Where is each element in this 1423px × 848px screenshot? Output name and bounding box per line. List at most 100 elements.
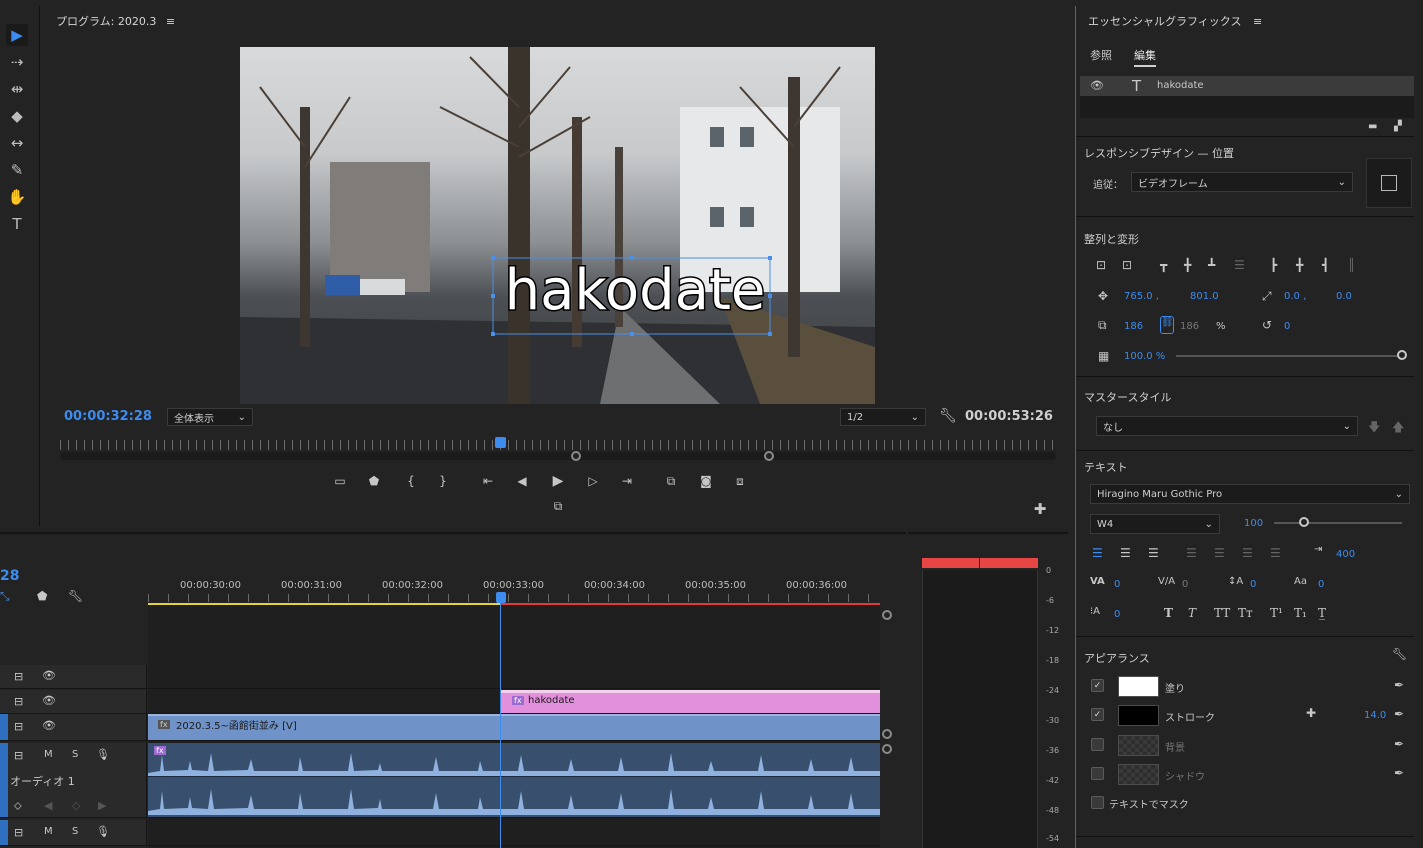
fill-checkbox[interactable]: ✓ — [1091, 679, 1104, 692]
ripple-edit-tool-icon[interactable]: ⇹ — [6, 78, 28, 100]
zoom-handle-left[interactable] — [571, 451, 581, 461]
align-bottom-icon[interactable]: ┻ — [1208, 258, 1215, 272]
mark-in-icon[interactable]: { — [400, 472, 422, 490]
video-frame[interactable]: hakodate — [240, 47, 875, 404]
timeline-playhead-handle[interactable] — [496, 592, 506, 603]
align-right-icon[interactable]: ┫ — [1322, 258, 1329, 272]
mute-button[interactable]: M — [44, 826, 53, 837]
v-scroll-handle[interactable] — [882, 610, 892, 620]
slip-tool-icon[interactable]: ↔ — [6, 132, 28, 154]
baseline-value[interactable]: 0 — [1318, 579, 1324, 590]
font-family-dropdown[interactable]: Hiragino Maru Gothic Pro ⌄ — [1090, 484, 1410, 504]
align-text-center-icon[interactable]: ☰ — [1120, 546, 1131, 560]
eyedropper-icon[interactable]: ✒ — [1394, 707, 1404, 721]
font-size-slider-handle[interactable] — [1299, 517, 1309, 527]
solo-button[interactable]: S — [72, 749, 78, 760]
sync-lock-icon[interactable]: ⊟ — [14, 720, 23, 733]
align-vertical-center-icon[interactable]: ⊡ — [1096, 258, 1106, 272]
eyedropper-icon[interactable]: ✒ — [1394, 678, 1404, 692]
stroke-width-value[interactable]: 14.0 — [1364, 710, 1386, 721]
lift-icon[interactable]: ⧉ — [660, 472, 682, 490]
pin-center-icon[interactable] — [1381, 175, 1397, 191]
position-x[interactable]: 765.0 , — [1124, 291, 1159, 302]
appearance-wrench-icon[interactable]: 🔧︎ — [1392, 647, 1407, 661]
graphic-clip[interactable]: fx hakodate — [500, 690, 880, 713]
font-size-value[interactable]: 100 — [1244, 518, 1263, 529]
fill-color-swatch[interactable] — [1118, 676, 1159, 697]
align-left-icon[interactable]: ┣ — [1270, 258, 1277, 272]
shadow-checkbox[interactable] — [1091, 767, 1104, 780]
eyedropper-icon[interactable]: ✒ — [1394, 766, 1404, 780]
sync-lock-icon[interactable]: ⊟ — [14, 749, 23, 762]
button-editor-plus-icon[interactable]: ✚ — [1029, 500, 1051, 518]
settings-wrench-icon[interactable]: 🔧︎ — [939, 408, 957, 424]
faux-bold-button[interactable]: T — [1164, 606, 1173, 620]
mask-checkbox[interactable] — [1091, 796, 1104, 809]
add-keyframe-icon[interactable]: ◇ — [72, 799, 80, 812]
overlay-text[interactable]: hakodate — [490, 253, 780, 329]
resolution-dropdown[interactable]: 1/2 ⌄ — [840, 408, 926, 426]
distribute-vertical-icon[interactable]: ☰ — [1234, 258, 1245, 272]
folder-icon[interactable]: ▬ — [1368, 121, 1377, 132]
push-style-up-icon[interactable]: 🡅 — [1392, 418, 1404, 439]
eye-icon[interactable]: 👁︎ — [42, 719, 56, 732]
type-tool-icon[interactable]: T — [6, 213, 28, 235]
solo-button[interactable]: S — [72, 826, 78, 837]
link-scale-icon[interactable]: ⛓︎ — [1160, 316, 1174, 334]
scale-width[interactable]: 186 — [1124, 321, 1143, 332]
master-style-dropdown[interactable]: なし ⌄ — [1096, 416, 1358, 436]
v-scroll-handle[interactable] — [882, 744, 892, 754]
panel-menu-icon[interactable]: ≡ — [166, 15, 175, 28]
audio-clip[interactable]: fx — [148, 743, 880, 817]
prev-keyframe-icon[interactable]: ◀ — [44, 799, 52, 812]
snap-icon[interactable]: ⤡ — [0, 589, 10, 604]
new-layer-icon[interactable]: ▞ — [1394, 121, 1402, 132]
opacity-value[interactable]: 100.0 % — [1124, 351, 1165, 362]
zoom-dropdown[interactable]: 全体表示 ⌄ — [167, 408, 253, 426]
extract-icon[interactable]: ⧉ — [547, 497, 569, 515]
tab-edit[interactable]: 編集 — [1134, 47, 1156, 67]
razor-tool-icon[interactable]: ◆ — [6, 105, 28, 127]
microphone-icon[interactable]: 🎙︎ — [96, 825, 110, 838]
mark-out-icon[interactable]: } — [432, 472, 454, 490]
v-scroll-handle[interactable] — [882, 729, 892, 739]
font-weight-dropdown[interactable]: W4 ⌄ — [1090, 514, 1220, 534]
faux-italic-button[interactable]: T — [1188, 606, 1196, 620]
align-text-left-icon[interactable]: ☰ — [1092, 546, 1103, 560]
align-horizontal-center-icon[interactable]: ⊡ — [1122, 258, 1132, 272]
justify-left-icon[interactable]: ☰ — [1186, 546, 1197, 560]
leading-value[interactable]: 0 — [1250, 579, 1256, 590]
small-caps-button[interactable]: Tт — [1238, 606, 1253, 620]
go-to-out-icon[interactable]: ⇥ — [616, 472, 638, 490]
align-top-icon[interactable]: ┳ — [1160, 258, 1167, 272]
all-caps-button[interactable]: TT — [1214, 606, 1230, 620]
monitor-playhead[interactable] — [495, 437, 506, 448]
add-marker-icon[interactable]: ⬟ — [363, 472, 385, 490]
tab-browse[interactable]: 参照 — [1090, 47, 1112, 63]
opacity-slider-handle[interactable] — [1397, 350, 1407, 360]
shadow-color-swatch[interactable] — [1118, 764, 1159, 785]
justify-right-icon[interactable]: ☰ — [1242, 546, 1253, 560]
eyedropper-icon[interactable]: ✒ — [1394, 737, 1404, 751]
background-checkbox[interactable] — [1091, 738, 1104, 751]
pen-tool-icon[interactable]: ✎ — [6, 159, 28, 181]
sync-lock-icon[interactable]: ⊟ — [14, 670, 23, 683]
monitor-zoom-bar[interactable] — [60, 452, 1056, 460]
align-middle-icon[interactable]: ╋ — [1184, 258, 1191, 272]
go-to-in-icon[interactable]: ⇤ — [477, 472, 499, 490]
align-text-right-icon[interactable]: ☰ — [1148, 546, 1159, 560]
video-clip[interactable]: fx 2020.3.5~函館街並み [V] — [148, 714, 880, 740]
tracking-value[interactable]: 0 — [1182, 579, 1188, 590]
step-back-icon[interactable]: ◀ — [511, 472, 533, 490]
next-keyframe-icon[interactable]: ▶ — [98, 799, 106, 812]
anchor-y[interactable]: 0.0 — [1336, 291, 1352, 302]
sync-lock-icon[interactable]: ⊟ — [14, 695, 23, 708]
comparison-view-icon[interactable]: ⧈ — [729, 472, 751, 490]
keyframe-icon[interactable]: ⬦ — [14, 799, 22, 813]
eye-icon[interactable]: 👁︎ — [42, 669, 56, 682]
distribute-horizontal-icon[interactable]: ║ — [1348, 258, 1355, 272]
eye-icon[interactable]: 👁︎ — [42, 694, 56, 707]
sync-lock-icon[interactable]: ⊟ — [14, 826, 23, 839]
current-timecode[interactable]: 00:00:32:28 — [64, 409, 152, 424]
tsume-value[interactable]: 0 — [1114, 609, 1120, 620]
